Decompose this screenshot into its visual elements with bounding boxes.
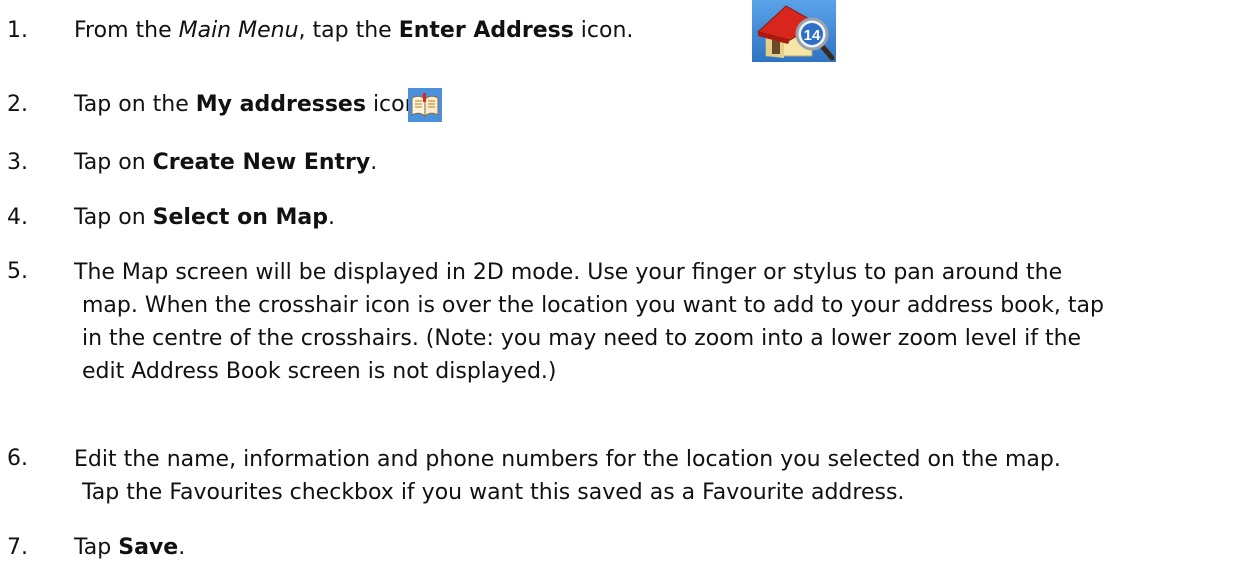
step-5-text: The Map screen will be displayed in 2D m… <box>74 256 1234 388</box>
paragraph-line: map. When the crosshair icon is over the… <box>82 293 1104 318</box>
menu-name: Main Menu <box>178 18 299 43</box>
step-number: 2. <box>7 92 28 117</box>
step-text: From the Main Menu, tap the Enter Addres… <box>74 18 634 43</box>
my-addresses-book-icon <box>408 88 442 122</box>
step-text: Tap on the My addresses icon. <box>74 92 426 117</box>
menu-option: Select on Map <box>152 205 329 230</box>
step-6-text: Edit the name, information and phone num… <box>74 443 1234 509</box>
house-badge-number: 14 <box>804 27 821 44</box>
step-number: 6. <box>7 446 28 471</box>
paragraph-line: in the centre of the crosshairs. (Note: … <box>82 326 1082 351</box>
step-number: 4. <box>7 205 28 230</box>
paragraph-line: Tap the Favourites checkbox if you want … <box>82 480 905 505</box>
step-text: Tap on Create New Entry. <box>74 150 378 175</box>
step-number: 1. <box>7 18 28 43</box>
step-text: Tap Save. <box>74 535 186 560</box>
button-name: Save <box>118 535 179 560</box>
step-number: 5. <box>7 259 28 284</box>
paragraph-line: edit Address Book screen is not displaye… <box>82 359 557 384</box>
icon-name: Enter Address <box>398 18 574 43</box>
paragraph-line: Edit the name, information and phone num… <box>74 447 1061 472</box>
icon-name: My addresses <box>195 92 366 117</box>
step-text: Tap on Select on Map. <box>74 205 336 230</box>
step-number: 3. <box>7 150 28 175</box>
paragraph-line: The Map screen will be displayed in 2D m… <box>74 260 1063 285</box>
enter-address-house-magnifier-icon: 14 <box>752 0 836 62</box>
menu-option: Create New Entry <box>152 150 371 175</box>
step-number: 7. <box>7 535 28 560</box>
